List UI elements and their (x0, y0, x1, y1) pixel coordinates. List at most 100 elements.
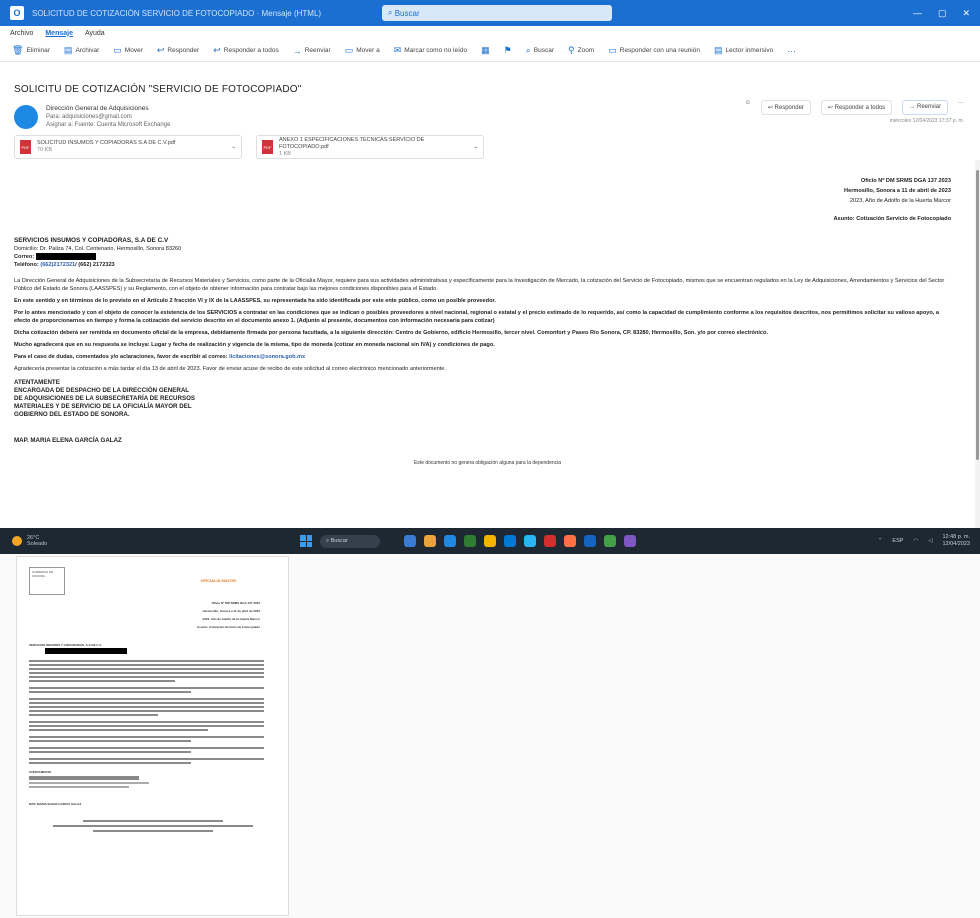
letter-paragraph: Agradecería presentar la cotización a má… (14, 365, 957, 373)
tab-mensaje[interactable]: Mensaje (45, 30, 73, 37)
phone-link[interactable]: (662)2172321 (40, 262, 75, 268)
pdf-icon: PDF (20, 140, 31, 154)
maximize-button[interactable]: ▢ (938, 8, 947, 19)
recipient-address: Domicilio: Dr. Paliza 74, Col. Centenari… (14, 246, 182, 252)
message-pane: SOLICITU DE COTIZACIÓN "SERVICIO DE FOTO… (0, 62, 975, 528)
close-button[interactable]: ✕ (962, 8, 970, 19)
reply-all-button[interactable]: ↩ Responder a todos (820, 100, 893, 115)
ribbon-button-4[interactable]: ↩ Responder a todos (213, 45, 278, 56)
paragraph-text: En este sentido y en términos de lo prev… (14, 298, 496, 304)
taskbar-app-icon[interactable] (484, 535, 496, 547)
email-link[interactable]: licitaciones@sonora.gob.mx (229, 354, 305, 360)
reply-all-icon: ↩ (213, 45, 221, 55)
more-icon[interactable]: ··· (958, 100, 964, 115)
ribbon-button-10[interactable]: ⌕ Buscar (526, 45, 554, 56)
menu-tabs: Archivo Mensaje Ayuda (0, 26, 980, 40)
taskbar-center: ⌕ Buscar (300, 534, 636, 548)
taskbar-app-icon[interactable] (564, 535, 576, 547)
ribbon-button-0[interactable]: 🗑 Eliminar (12, 45, 50, 56)
weather-widget[interactable]: 26°C Soleado (0, 535, 300, 547)
year-motto: 2023, Año de Adolfo de la Huerta Marcor (849, 198, 951, 204)
ribbon-label: Responder con una reunión (619, 47, 700, 54)
ribbon-button-5[interactable]: → Reenviar (293, 46, 331, 56)
taskbar-app-icon[interactable] (504, 535, 516, 547)
taskbar-search[interactable]: ⌕ Buscar (320, 534, 380, 548)
reply-button[interactable]: ↩ Responder (760, 100, 811, 115)
paragraph-text: Para el caso de dudas, comentados y/o ac… (14, 354, 228, 360)
signature-line-3: MATERIALES Y DE SERVICIO DE LA OFICIALÍA… (14, 403, 192, 410)
scan-redacted-email (45, 648, 127, 654)
scan-firm: SERVICIOS INSUMOS Y COPIADORAS, S.A DE C… (29, 643, 102, 647)
windows-start-icon[interactable] (300, 535, 312, 547)
sender-name[interactable]: Dirección General de Adquisiciones (46, 105, 170, 113)
taskbar-app-icon[interactable] (604, 535, 616, 547)
scrollbar[interactable] (975, 160, 980, 528)
move-icon: ▭ (113, 45, 122, 55)
chevron-up-icon[interactable]: ⌃ (878, 538, 883, 544)
scan-footer (37, 820, 268, 832)
oficio-number: Oficio Nº DM SRMS DGA 137 2023 (860, 178, 951, 184)
clock[interactable]: 12:48 p. m. 12/04/2023 (942, 534, 970, 548)
taskbar-app-icon[interactable] (404, 535, 416, 547)
ribbon-button-1[interactable]: ▤ Archivar (64, 45, 99, 56)
chevron-down-icon[interactable]: ⌄ (231, 144, 236, 150)
ribbon-button-3[interactable]: ↩ Responder (157, 45, 199, 56)
clock-date: 12/04/2023 (942, 541, 970, 547)
ribbon-button-6[interactable]: ▭ Mover a (345, 45, 380, 56)
search-icon: ⌕ (388, 8, 395, 17)
volume-icon[interactable]: ◁ (928, 538, 932, 544)
quick-steps-icon: ▭ (344, 45, 354, 55)
tray-lang[interactable]: ESP (892, 538, 903, 544)
paragraph-text: Por lo antes mencionado y con el objeto … (14, 310, 939, 324)
phone-value: (662) 2172323 (78, 262, 115, 268)
ribbon-button-7[interactable]: ✉ Marcar como no leído (394, 45, 467, 56)
recipient-firm: SERVICIOS INSUMOS Y COPIADORAS, S.A DE C… (14, 237, 169, 244)
taskbar-app-icon[interactable] (444, 535, 456, 547)
ribbon-button-8[interactable]: ▦ (481, 45, 490, 56)
scrollbar-thumb[interactable] (976, 170, 979, 460)
ribbon-button-2[interactable]: ▭ Mover (113, 45, 143, 56)
tab-archivo[interactable]: Archivo (10, 30, 33, 37)
redacted-email (36, 253, 97, 261)
footer-note: Este documento no genera obligación algu… (413, 460, 562, 466)
taskbar-app-icon[interactable] (424, 535, 436, 547)
ribbon-button-11[interactable]: ⚲ Zoom (568, 45, 594, 56)
paragraph-text: Mucho agradecerá que en su respuesta se … (14, 342, 495, 348)
wifi-icon[interactable]: ◠ (913, 538, 918, 544)
letter-header-right: Oficio Nº DM SRMS DGA 137 2023 Hermosill… (14, 177, 951, 223)
taskbar-app-icon[interactable] (524, 535, 536, 547)
taskbar-app-icon[interactable] (544, 535, 556, 547)
forward-button[interactable]: → Reenviar (902, 100, 948, 115)
taskbar-app-icon[interactable] (584, 535, 596, 547)
reply-icon: ↩ (156, 45, 165, 55)
letter-paragraphs: La Dirección General de Adquisiciones de… (14, 277, 961, 373)
title-bar: O SOLICITUD DE COTIZACIÓN SERVICIO DE FO… (0, 0, 980, 26)
emoji-react-icon[interactable]: ☺ (745, 100, 751, 115)
avatar[interactable] (14, 105, 38, 129)
ribbon-label: Lector inmersivo (725, 47, 774, 54)
search-box[interactable]: ⌕ Buscar (382, 5, 612, 21)
sun-icon (12, 536, 22, 546)
recipient-line: Para: adquisiciones@gmail.com (46, 114, 132, 120)
message-actions: ☺ ↩ Responder ↩ Responder a todos → Reen… (745, 100, 964, 115)
attachments-bar: PDF SOLICITUD INSUMOS Y COPIADORAS S.A D… (14, 135, 961, 159)
email-label: Correo: (14, 254, 35, 260)
taskbar-app-icon[interactable] (624, 535, 636, 547)
ribbon-button-9[interactable]: ⚑ (504, 45, 512, 56)
weather-desc: Soleado (27, 541, 48, 547)
scan-oficio: Oficio Nº DM SRMS DGA 137 2023 (211, 601, 260, 605)
minimize-button[interactable]: — (913, 8, 922, 19)
attachment-2[interactable]: PDF ANEXO 1 ESPECIFICACIONES TECNICAS SE… (256, 135, 484, 159)
chevron-down-icon[interactable]: ⌄ (473, 144, 478, 150)
outlook-message-window: O SOLICITUD DE COTIZACIÓN SERVICIO DE FO… (0, 0, 980, 528)
signature-line-4: GOBIERNO DEL ESTADO DE SONORA. (14, 411, 130, 418)
signer-name: MAP. MARIA ELENA GARCÍA GALAZ (14, 437, 122, 444)
attachment-1[interactable]: PDF SOLICITUD INSUMOS Y COPIADORAS S.A D… (14, 135, 242, 159)
taskbar-app-icon[interactable] (464, 535, 476, 547)
ribbon-button-13[interactable]: ▤ Lector inmersivo (714, 45, 773, 56)
ribbon-button-12[interactable]: ▭ Responder con una reunión (608, 45, 700, 56)
tab-ayuda[interactable]: Ayuda (85, 30, 105, 37)
system-tray: ⌃ ESP ◠ ◁ 12:48 p. m. 12/04/2023 (878, 534, 980, 548)
signature-block: ATENTAMENTE ENCARGADA DE DESPACHO DE LA … (14, 379, 961, 445)
ribbon-button-14[interactable]: ··· (787, 46, 796, 56)
